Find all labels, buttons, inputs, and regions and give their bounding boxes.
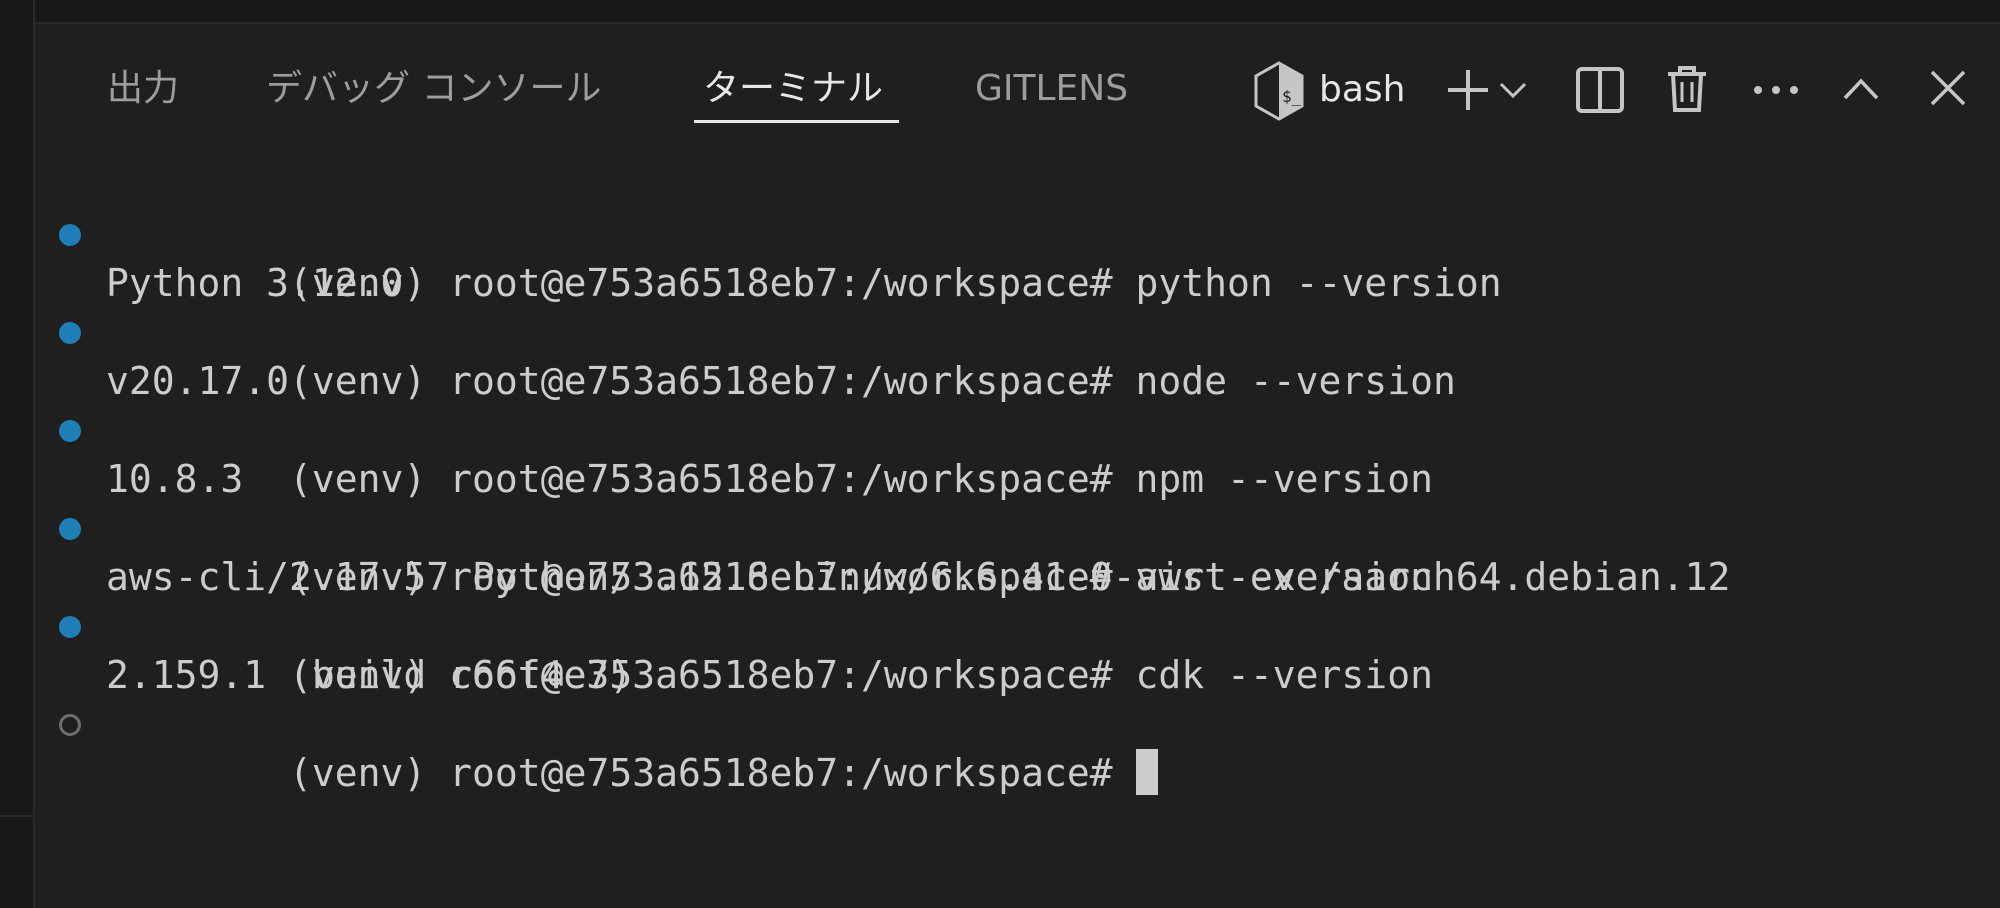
- split-icon[interactable]: [1575, 66, 1625, 114]
- terminal-line: Python 3.12.0: [35, 259, 2000, 308]
- command-success-decoration[interactable]: [59, 616, 81, 638]
- vscode-window: 出力 デバッグ コンソール ターミナル GITLENS $_ bash (ven…: [0, 0, 2000, 908]
- editor-area-edge: [35, 0, 2000, 24]
- command-output: Python 3.12.0: [106, 261, 404, 305]
- terminal-line: (venv) root@e753a6518eb7:/workspace# npm…: [35, 406, 2000, 501]
- terminal-line: (venv) root@e753a6518eb7:/workspace# pyt…: [35, 210, 2000, 305]
- terminal-line: (venv) root@e753a6518eb7:/workspace# aws…: [35, 504, 2000, 599]
- command-success-decoration[interactable]: [59, 420, 81, 442]
- command-success-decoration[interactable]: [59, 518, 81, 540]
- command-success-decoration[interactable]: [59, 322, 81, 344]
- command-success-decoration[interactable]: [59, 224, 81, 246]
- command-pending-decoration[interactable]: [59, 714, 81, 736]
- more-icon[interactable]: [1753, 84, 1799, 96]
- terminal-line: (venv) root@e753a6518eb7:/workspace# cdk…: [35, 602, 2000, 697]
- tab-output[interactable]: 出力: [107, 64, 179, 114]
- activity-bar-divider: [0, 815, 33, 817]
- add-icon[interactable]: [1444, 66, 1492, 114]
- command-output: aws-cli/2.17.57 Python/3.12.6 Linux/6.6.…: [106, 555, 1731, 599]
- activity-bar-edge: [0, 0, 35, 908]
- prompt: (venv) root@e753a6518eb7:/workspace#: [289, 751, 1113, 795]
- shell-name[interactable]: bash: [1319, 58, 1405, 122]
- bash-shell-icon[interactable]: $_: [1251, 60, 1307, 122]
- svg-text:$_: $_: [1282, 87, 1302, 106]
- close-icon[interactable]: [1928, 68, 1968, 108]
- terminal-line: 2.159.1 (build c66f4e3): [35, 651, 2000, 700]
- terminal-line: (venv) root@e753a6518eb7:/workspace# nod…: [35, 308, 2000, 403]
- trash-icon[interactable]: [1666, 64, 1708, 114]
- tab-debug-console[interactable]: デバッグ コンソール: [266, 64, 601, 114]
- terminal-line: 10.8.3: [35, 455, 2000, 504]
- chevron-up-icon[interactable]: [1842, 76, 1880, 102]
- terminal-line: v20.17.0: [35, 357, 2000, 406]
- panel-tab-bar: 出力 デバッグ コンソール ターミナル GITLENS $_ bash: [35, 24, 2000, 134]
- command-output: v20.17.0: [106, 359, 290, 403]
- tab-terminal[interactable]: ターミナル: [703, 64, 883, 114]
- chevron-down-icon[interactable]: [1498, 78, 1528, 102]
- terminal-line: (venv) root@e753a6518eb7:/workspace#: [35, 700, 2000, 795]
- command-output: 2.159.1 (build c66f4e3): [106, 653, 633, 697]
- terminal-cursor[interactable]: [1135, 749, 1158, 795]
- terminal-panel: 出力 デバッグ コンソール ターミナル GITLENS $_ bash (ven…: [35, 24, 2000, 908]
- tab-gitlens[interactable]: GITLENS: [975, 64, 1128, 114]
- terminal-line: aws-cli/2.17.57 Python/3.12.6 Linux/6.6.…: [35, 553, 2000, 602]
- active-tab-indicator: [694, 120, 899, 123]
- command-output: 10.8.3: [106, 457, 244, 501]
- terminal-output[interactable]: (venv) root@e753a6518eb7:/workspace# pyt…: [35, 210, 2000, 795]
